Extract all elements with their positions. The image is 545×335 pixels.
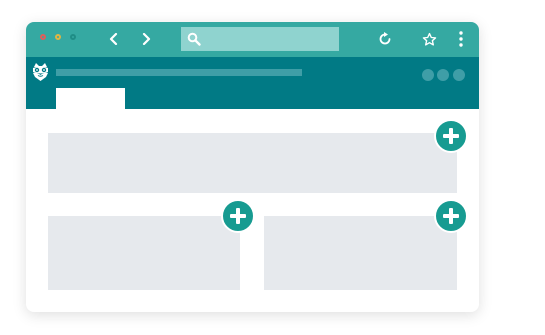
browser-window [26,22,479,312]
header-action-1[interactable] [422,69,434,81]
chevron-left-icon [109,33,118,45]
star-icon [422,32,436,46]
minimize-dot[interactable] [55,34,61,40]
bookmark-button[interactable] [418,28,440,50]
kebab-menu-icon [459,31,463,47]
address-bar[interactable] [181,27,339,51]
card-top [48,133,457,193]
owl-logo-icon[interactable] [31,62,50,87]
card-bottom-right [264,216,457,290]
reload-button[interactable] [374,28,396,50]
maximize-dot[interactable] [70,34,76,40]
back-button[interactable] [103,28,125,50]
close-dot[interactable] [40,34,46,40]
header-action-2[interactable] [437,69,449,81]
header-action-3[interactable] [453,69,465,81]
add-button-top[interactable] [434,119,468,153]
app-title-placeholder [56,69,302,76]
browser-toolbar [26,22,479,57]
search-icon [187,32,201,46]
forward-button[interactable] [135,28,157,50]
active-tab[interactable] [56,88,125,109]
card-bottom-left [48,216,240,290]
app-header [26,57,479,109]
chevron-right-icon [142,33,151,45]
add-button-bottom-right[interactable] [434,199,468,233]
add-button-bottom-left[interactable] [221,199,255,233]
menu-button[interactable] [450,28,472,50]
reload-icon [379,32,391,45]
